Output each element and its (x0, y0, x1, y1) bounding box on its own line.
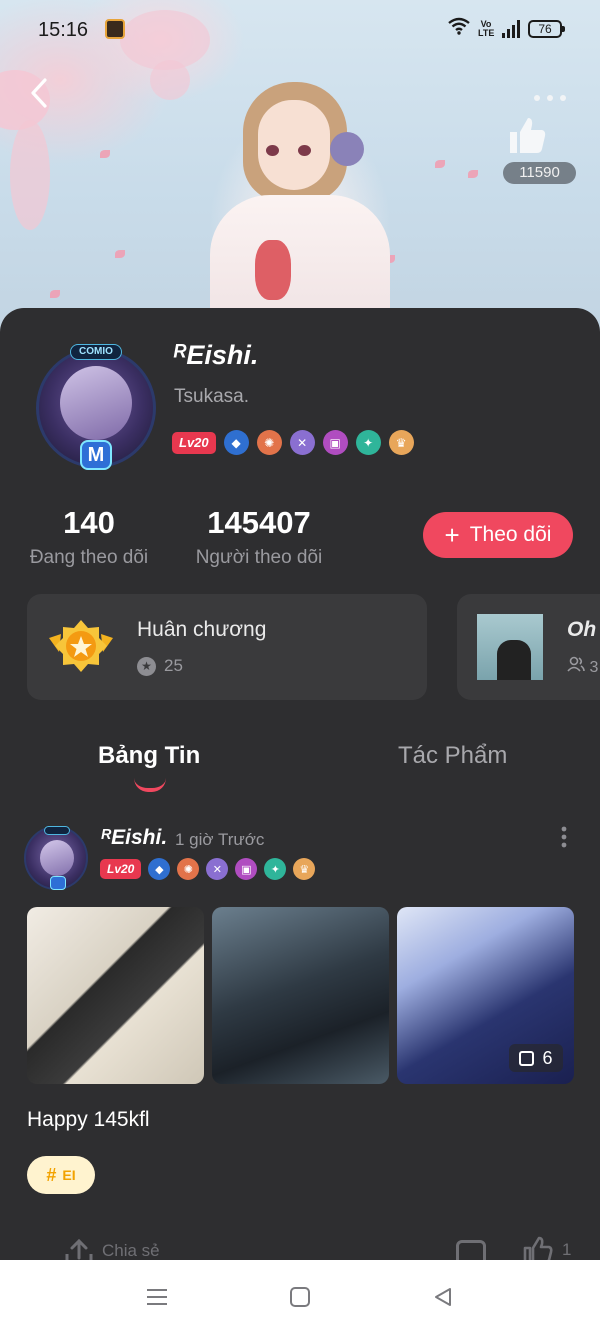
cube-badge-icon: ▣ (235, 858, 258, 880)
volte-icon: Vo LTE (478, 19, 495, 38)
following-label: Đang theo dõi (29, 547, 149, 568)
following-count: 140 (63, 505, 115, 540)
crown-badge-icon: ♛ (293, 858, 316, 880)
tab-feed[interactable]: Bảng Tin (98, 742, 200, 770)
user-subname: Tsukasa. (174, 386, 249, 407)
medal-card[interactable]: Huân chương ★ 25 (27, 594, 427, 700)
group-thumbnail (477, 614, 543, 680)
followers-stat[interactable]: 145407 Người theo dõi (190, 505, 328, 569)
status-time: 15:16 (38, 19, 89, 41)
wifi-icon (448, 17, 470, 41)
thumbs-up-icon (510, 118, 546, 153)
recents-button[interactable] (142, 1282, 172, 1312)
lion-badge-icon: ✺ (177, 858, 200, 880)
home-button[interactable] (285, 1282, 315, 1312)
follow-button-label: Theo dõi (469, 523, 552, 546)
cross-swords-badge-icon[interactable]: ✕ (289, 430, 315, 455)
post-author-avatar[interactable] (24, 826, 88, 890)
vertical-dots-icon (561, 826, 567, 848)
post-text: Happy 145kfl (27, 1108, 150, 1131)
profile-screen: 15:16 Vo LTE 76 11590 COMIO M ᴿEishi. Ts… (0, 0, 600, 1333)
post-tag-label: EI (62, 1167, 76, 1183)
app-notification-icon (105, 19, 125, 39)
group-card[interactable]: Oh 3 (457, 594, 600, 700)
wings-badge-icon[interactable]: ✦ (355, 430, 381, 455)
avatar[interactable]: COMIO M (32, 344, 160, 472)
followers-count: 145407 (207, 505, 311, 540)
tab-works[interactable]: Tác Phẩm (398, 742, 507, 770)
badge-row: Lv20 ◆ ✺ ✕ ▣ ✦ ♛ (172, 430, 414, 455)
followers-label: Người theo dõi (195, 547, 323, 568)
post-timestamp: 1 giờ Trước (175, 830, 265, 849)
more-dots-icon (534, 95, 566, 101)
home-square-icon (290, 1287, 310, 1307)
system-nav-bar (0, 1260, 600, 1333)
post-more-button[interactable] (556, 826, 572, 850)
post-image-1[interactable] (27, 907, 204, 1084)
avatar-frame-tag: COMIO (70, 344, 122, 360)
back-triangle-icon (435, 1288, 451, 1306)
group-title: Oh (567, 618, 597, 641)
signal-icon (502, 20, 520, 38)
medal-title: Huân chương (137, 618, 267, 641)
post-author-name[interactable]: ᴿEishi. (100, 826, 167, 850)
more-options-button[interactable] (530, 82, 570, 106)
avatar-frame-badge: M (80, 440, 112, 470)
post-like-count: 1 (562, 1240, 572, 1259)
post-image-2[interactable] (212, 907, 389, 1084)
post-badge-row: Lv20 ◆ ✺ ✕ ▣ ✦ ♛ (100, 858, 316, 880)
lion-badge-icon[interactable]: ✺ (256, 430, 282, 455)
image-count-badge: 6 (509, 1044, 563, 1072)
back-nav-button[interactable] (428, 1282, 458, 1312)
battery-icon: 76 (528, 20, 565, 38)
group-member-count: 3 (589, 659, 599, 676)
post-tag-chip[interactable]: # EI (27, 1156, 95, 1194)
profile-like-button[interactable] (504, 112, 550, 158)
profile-like-count: 11590 (503, 162, 576, 184)
gallery-stack-icon (519, 1050, 535, 1066)
crown-badge-icon[interactable]: ♛ (388, 430, 414, 455)
follow-button[interactable]: + Theo dõi (423, 512, 573, 558)
back-button[interactable] (22, 78, 56, 116)
status-bar: 15:16 Vo LTE 76 (0, 0, 600, 60)
members-icon (567, 656, 585, 672)
cube-badge-icon[interactable]: ▣ (322, 430, 348, 455)
share-label: Chia sẻ (102, 1241, 160, 1260)
star-icon: ★ (137, 656, 156, 676)
water-drop-badge-icon[interactable]: ◆ (223, 430, 249, 455)
medal-icon (47, 618, 115, 676)
menu-lines-icon (147, 1289, 167, 1305)
wings-badge-icon: ✦ (264, 858, 287, 880)
hashtag-icon: # (46, 1164, 57, 1185)
following-stat[interactable]: 140 Đang theo dõi (26, 505, 152, 569)
water-drop-badge-icon: ◆ (148, 858, 171, 880)
chevron-left-icon (31, 78, 47, 108)
plus-icon: + (444, 520, 460, 550)
post-level-badge: Lv20 (100, 859, 142, 879)
username: ᴿEishi. (172, 340, 259, 370)
cross-swords-badge-icon: ✕ (206, 858, 229, 880)
level-badge: Lv20 (172, 431, 216, 454)
medal-count: 25 (164, 656, 183, 675)
